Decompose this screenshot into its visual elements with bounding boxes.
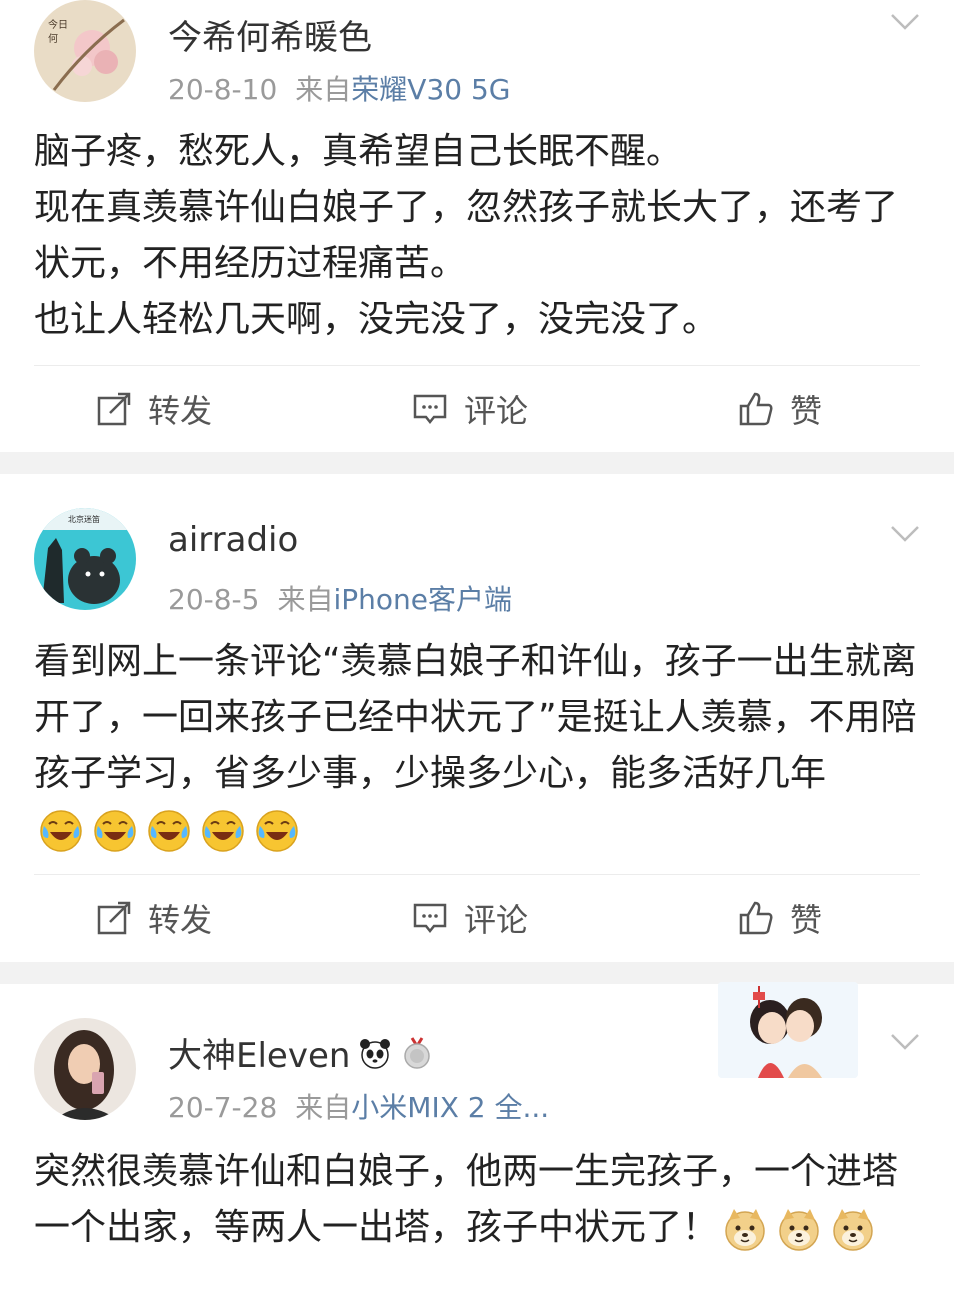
like-button[interactable]: 赞 [738, 366, 822, 452]
username[interactable]: 今希何希暖色 [168, 10, 372, 59]
repost-label: 转发 [148, 901, 213, 939]
post-content: 突然很羡慕许仙和白娘子，他两一生完孩子，一个进塔一个出家，等两人一出塔，孩子中状… [34, 1144, 924, 1256]
post-separator [0, 962, 954, 984]
laugh-cry-emoji [40, 810, 82, 852]
username-text[interactable]: 今希何希暖色 [168, 10, 372, 59]
comment-icon [413, 394, 447, 425]
avatar[interactable]: 今日 何 [34, 0, 136, 102]
chevron-down-icon[interactable] [890, 524, 920, 544]
post-content: 看到网上一条评论“羡慕白娘子和许仙，孩子一出生就离开了，一回来孩子已经中状元了”… [34, 634, 924, 858]
comment-label: 评论 [464, 901, 529, 939]
content-line: 也让人轻松几天啊，没完没了，没完没了。 [34, 299, 719, 340]
source-link[interactable]: 荣耀V30 5G [351, 73, 510, 106]
username-text[interactable]: airradio [168, 520, 298, 560]
comment-icon [413, 903, 447, 934]
svg-text:何: 何 [48, 32, 58, 45]
post-meta: 20-8-10 来自荣耀V30 5G [168, 68, 511, 108]
like-label: 赞 [790, 901, 823, 939]
from-label: 来自 [277, 583, 334, 616]
avatar[interactable]: 北京迷笛 [34, 508, 136, 610]
post-date: 20-8-5 [168, 583, 260, 616]
doge-emoji [725, 1209, 765, 1251]
panda-badge-icon[interactable] [358, 1036, 392, 1070]
repost-label: 转发 [148, 392, 213, 430]
emoji-group [722, 1206, 876, 1252]
svg-text:今日: 今日 [48, 18, 68, 31]
post-date: 20-8-10 [168, 73, 278, 106]
medal-badge-icon[interactable] [400, 1036, 434, 1070]
post-card: 北京迷笛 airradio 20-8-5 来自iPhone客户端 看到网上一条评论… [0, 474, 954, 962]
post-content: 脑子疼，愁死人，真希望自己长眠不醒。 现在真羡慕许仙白娘子了，忽然孩子就长大了，… [34, 124, 924, 348]
post-meta: 20-7-28 来自小米MIX 2 全... [168, 1086, 549, 1126]
content-line: 看到网上一条评论“羡慕白娘子和许仙，孩子一出生就离开了，一回来孩子已经中状元了”… [34, 641, 917, 794]
username[interactable]: 大神Eleven [168, 1028, 434, 1077]
like-button[interactable]: 赞 [738, 875, 822, 961]
repost-icon [97, 901, 131, 935]
avatar[interactable] [34, 1018, 136, 1120]
username-text[interactable]: 大神Eleven [168, 1028, 350, 1077]
source-link[interactable]: iPhone客户端 [333, 583, 512, 616]
content-line: 脑子疼，愁死人，真希望自己长眠不醒。 [34, 131, 683, 172]
kissing-couple-sticker [718, 982, 858, 1078]
repost-button[interactable]: 转发 [96, 875, 212, 961]
from-label: 来自 [295, 1091, 352, 1124]
post-date: 20-7-28 [168, 1091, 278, 1124]
laugh-cry-emoji [202, 810, 244, 852]
chevron-down-icon[interactable] [890, 12, 920, 32]
post-meta: 20-8-5 来自iPhone客户端 [168, 578, 512, 618]
like-icon [739, 901, 773, 935]
chevron-down-icon[interactable] [890, 1032, 920, 1052]
content-line: 现在真羡慕许仙白娘子了，忽然孩子就长大了，还考了状元，不用经历过程痛苦。 [34, 187, 899, 284]
laugh-cry-emoji [148, 810, 190, 852]
post-card: 今日 何 今希何希暖色 20-8-10 来自荣耀V30 5G 脑子疼，愁死人，真希… [0, 0, 954, 452]
like-label: 赞 [790, 392, 823, 430]
svg-text:北京迷笛: 北京迷笛 [68, 514, 100, 524]
repost-icon [97, 392, 131, 426]
laugh-cry-emoji [94, 810, 136, 852]
doge-emoji [833, 1209, 873, 1251]
action-bar: 转发 评论 赞 [34, 874, 920, 961]
comment-button[interactable]: 评论 [412, 875, 528, 961]
from-label: 来自 [295, 73, 352, 106]
comment-button[interactable]: 评论 [412, 366, 528, 452]
emoji-group [38, 808, 300, 854]
source-link[interactable]: 小米MIX 2 全... [351, 1091, 549, 1124]
post-separator [0, 452, 954, 474]
comment-label: 评论 [464, 392, 529, 430]
username[interactable]: airradio [168, 520, 298, 560]
like-icon [739, 392, 773, 426]
action-bar: 转发 评论 赞 [34, 365, 920, 452]
laugh-cry-emoji [256, 810, 298, 852]
repost-button[interactable]: 转发 [96, 366, 212, 452]
doge-emoji [779, 1209, 819, 1251]
